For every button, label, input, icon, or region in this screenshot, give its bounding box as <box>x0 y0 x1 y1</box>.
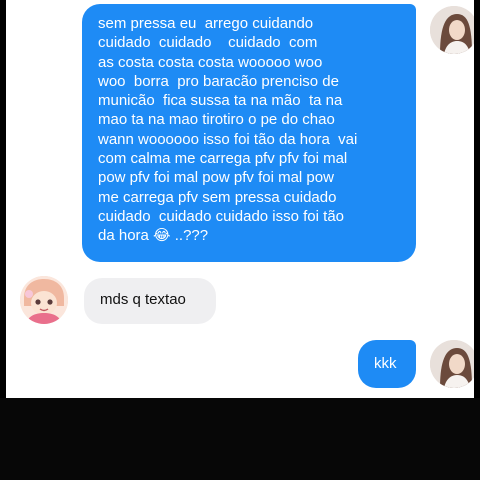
message-line: as costa costa costa wooooo woo <box>98 53 323 71</box>
message-line: woo borra pro baracão prenciso de <box>98 72 339 90</box>
message-line: wann woooooo isso foi tão da hora vai <box>98 130 358 148</box>
message-line: pow pfv foi mal pow pfv foi mal pow <box>98 169 334 187</box>
message-line: cuidado cuidado cuidado isso foi tão <box>98 207 345 225</box>
message-text: mds q textao <box>100 291 186 308</box>
bottom-black-bar <box>0 398 480 480</box>
message-line: da hora 😂 ..??? <box>98 227 209 245</box>
chat-screen: sem pressa eu arrego cuidando cuidado cu… <box>6 0 474 398</box>
message-line: mao ta na mao tirotiro o pe do chao <box>98 111 335 129</box>
self-avatar-icon[interactable] <box>430 340 474 388</box>
message-line: me carrega pfv sem pressa cuidado <box>98 188 337 206</box>
outgoing-message-bubble[interactable]: kkk <box>358 340 416 388</box>
message-line: sem pressa eu arrego cuidando <box>98 15 314 32</box>
self-avatar-icon[interactable] <box>430 6 474 54</box>
outgoing-message-bubble[interactable]: sem pressa eu arrego cuidando cuidado cu… <box>82 4 416 262</box>
incoming-message-bubble[interactable]: mds q textao <box>84 278 216 324</box>
message-text: kkk <box>374 355 397 372</box>
message-line: municão fica sussa ta na mão ta na <box>98 92 343 110</box>
other-avatar-icon[interactable] <box>20 276 68 324</box>
message-line: com calma me carrega pfv pfv foi mal <box>98 150 348 168</box>
message-line: cuidado cuidado cuidado com <box>98 34 318 52</box>
